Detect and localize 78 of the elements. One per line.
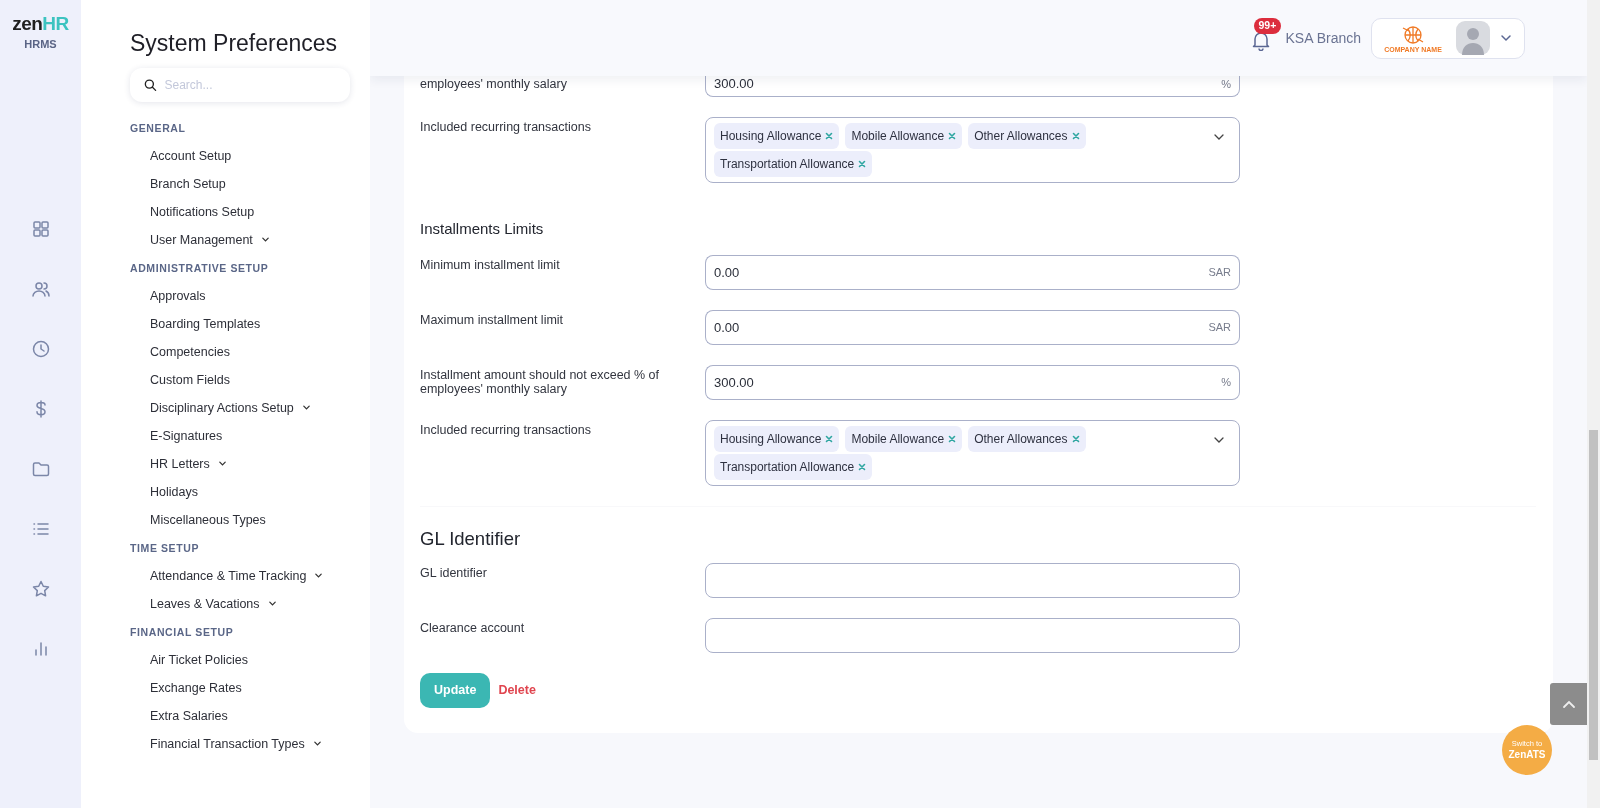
chevron-down-icon[interactable]	[301, 403, 311, 413]
remove-icon[interactable]	[825, 434, 834, 443]
chevron-down-icon[interactable]	[312, 739, 322, 749]
page-title: System Preferences	[130, 30, 339, 58]
field-label: Maximum installment limit	[420, 311, 565, 329]
delete-button[interactable]: Delete	[498, 681, 536, 700]
input-field[interactable]	[705, 563, 1240, 599]
field-label: GL identifier	[420, 565, 488, 583]
grid-icon[interactable]	[30, 218, 51, 239]
input-field[interactable]: 300.00	[705, 76, 1214, 97]
chevron-down-icon[interactable]	[267, 599, 277, 609]
nav-item[interactable]: Air Ticket Policies	[150, 645, 248, 674]
avatar	[1456, 21, 1490, 55]
nav-item[interactable]: HR Letters	[150, 449, 210, 478]
section-heading: GENERAL	[130, 120, 187, 136]
nav-item[interactable]: Financial Transaction Types	[150, 729, 305, 758]
notification-badge: 99+	[1253, 18, 1282, 34]
remove-icon[interactable]	[948, 434, 957, 443]
multi-select-field[interactable]: Housing Allowance Mobile Allowance Other Allowances Transportation Allowance	[705, 117, 1240, 183]
nav-item[interactable]: User Management	[150, 225, 253, 254]
field-label: Included recurring transactions	[420, 421, 592, 439]
unit-label: %	[1213, 76, 1240, 97]
nav-item[interactable]: Miscellaneous Types	[150, 505, 266, 534]
tag-label: Mobile Allowance	[851, 128, 945, 145]
section-heading: TIME SETUP	[130, 540, 200, 556]
nav-item[interactable]: Branch Setup	[150, 169, 226, 198]
scrollbar[interactable]	[1587, 0, 1600, 808]
nav-item[interactable]: Leaves & Vacations	[150, 589, 260, 618]
tag-label: Housing Allowance	[720, 128, 822, 145]
tag-label: Transportation Allowance	[720, 458, 855, 476]
remove-icon[interactable]	[858, 160, 867, 168]
star-icon[interactable]	[30, 578, 51, 599]
search-field[interactable]: Search...	[164, 75, 336, 94]
field-label: Minimum installment limit	[420, 256, 561, 274]
input-field[interactable]	[705, 618, 1240, 654]
clock-icon[interactable]	[30, 338, 51, 359]
nav-item[interactable]: Notifications Setup	[150, 197, 255, 226]
remove-icon[interactable]	[858, 462, 867, 471]
section-heading: FINANCIAL SETUP	[130, 624, 235, 640]
nav-item[interactable]: Approvals	[150, 281, 206, 310]
section-title: Installments Limits	[420, 219, 545, 239]
branch-name[interactable]: KSA Branch	[1285, 27, 1361, 49]
logo-subtitle: HRMS	[24, 37, 57, 52]
chevron-up-icon	[1562, 699, 1576, 709]
nav-item[interactable]: Extra Salaries	[150, 701, 228, 730]
tag-label: Housing Allowance	[720, 430, 822, 448]
nav-item[interactable]: Disciplinary Actions Setup	[150, 393, 294, 422]
tag-label: Transportation Allowance	[720, 156, 855, 173]
nav-item[interactable]: E-Signatures	[150, 421, 223, 450]
nav-item[interactable]: Holidays	[150, 477, 198, 506]
remove-icon[interactable]	[948, 132, 957, 140]
chevron-down-icon[interactable]	[260, 235, 270, 245]
nav-item[interactable]: Exchange Rates	[150, 673, 242, 702]
scroll-top-button[interactable]	[1550, 683, 1587, 725]
chevron-down-icon[interactable]	[217, 459, 227, 469]
nav-item[interactable]: Custom Fields	[150, 365, 230, 394]
nav-item[interactable]: Boarding Templates	[150, 309, 261, 338]
tag-label: Mobile Allowance	[851, 430, 945, 448]
section-title: GL Identifier	[420, 526, 522, 551]
globe-icon	[1400, 23, 1426, 46]
field-label: Clearance account	[420, 620, 526, 638]
nav-item[interactable]: Competencies	[150, 337, 230, 366]
remove-icon[interactable]	[1071, 434, 1080, 443]
nav-item[interactable]: Attendance & Time Tracking	[150, 561, 307, 590]
remove-icon[interactable]	[1071, 132, 1080, 140]
tag-label: Other Allowances	[974, 430, 1068, 448]
search-icon	[144, 77, 157, 92]
chevron-down-icon[interactable]	[1500, 32, 1512, 44]
multi-select-field[interactable]: Housing Allowance Mobile Allowance Other Allowances Transportation Allowance	[705, 419, 1240, 486]
field-label: Included recurring transactions	[420, 119, 592, 136]
logo-text: zenHR	[12, 14, 69, 33]
nav-item[interactable]: Account Setup	[150, 141, 232, 170]
remove-icon[interactable]	[825, 132, 834, 140]
chevron-down-icon[interactable]	[314, 571, 324, 581]
section-heading: ADMINISTRATIVE SETUP	[130, 260, 270, 276]
field-label: employees' monthly salary	[420, 76, 568, 93]
field-label: Installment amount should not exceed % of employees' monthly salary	[420, 366, 661, 398]
tag-label: Other Allowances	[974, 128, 1068, 145]
